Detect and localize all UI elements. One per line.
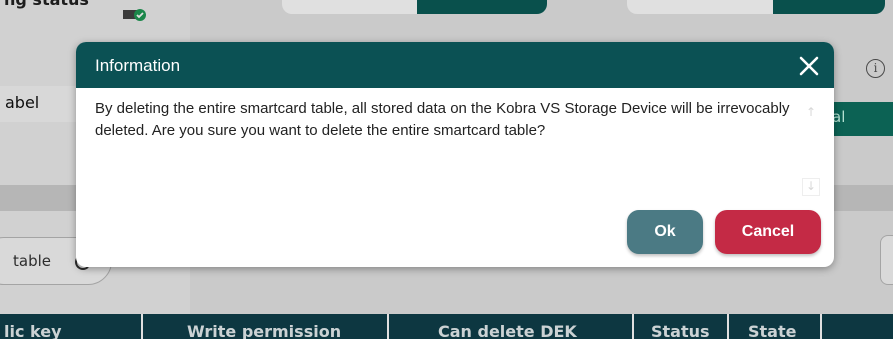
dialog-header: Information xyxy=(76,42,834,88)
scroll-up-icon[interactable]: ↑ xyxy=(802,105,820,123)
information-dialog: Information By deleting the entire smart… xyxy=(76,42,834,267)
close-icon[interactable] xyxy=(794,51,824,81)
dialog-title: Information xyxy=(95,56,181,75)
ok-button[interactable]: Ok xyxy=(627,210,703,254)
scroll-down-icon[interactable]: ↓ xyxy=(802,178,820,196)
cancel-button[interactable]: Cancel xyxy=(715,210,821,254)
dialog-message: By deleting the entire smartcard table, … xyxy=(95,100,790,139)
